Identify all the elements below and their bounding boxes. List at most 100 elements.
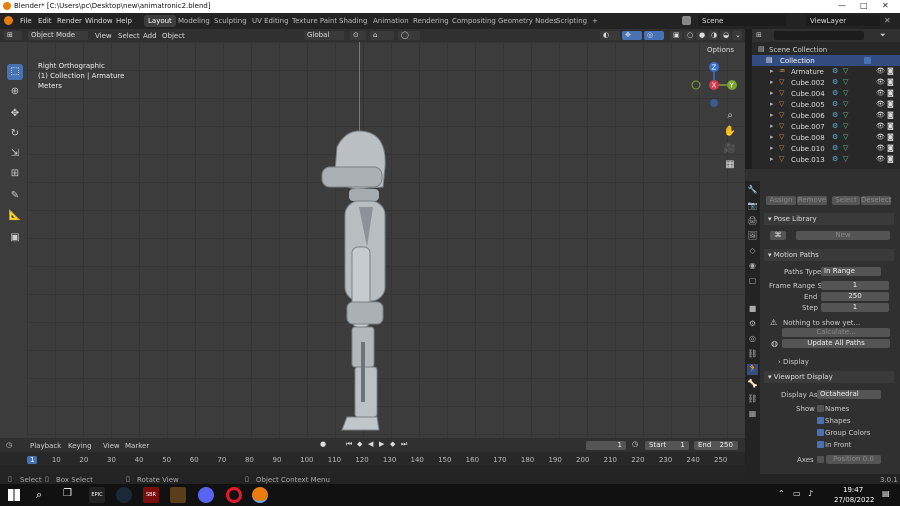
- render-camera-icon[interactable]: ◙: [887, 100, 894, 108]
- names-checkbox[interactable]: [817, 405, 824, 412]
- wireframe-shading-icon[interactable]: ○: [684, 31, 694, 40]
- visibility-eye-icon[interactable]: 👁: [876, 133, 885, 141]
- maximize-button[interactable]: □: [860, 1, 868, 10]
- render-camera-icon[interactable]: ◙: [887, 133, 894, 141]
- snap-icon[interactable]: ⌂: [370, 31, 394, 40]
- expand-arrow-icon[interactable]: ▸: [770, 78, 774, 86]
- expand-arrow-icon[interactable]: ▸: [770, 155, 774, 163]
- display-as-dropdown[interactable]: Octahedral: [817, 390, 881, 399]
- blender-taskbar-icon[interactable]: [252, 487, 268, 503]
- update-all-paths-button[interactable]: Update All Paths: [782, 339, 890, 348]
- timeline-menu-view[interactable]: View: [103, 442, 120, 450]
- shading-options-icon[interactable]: ⌄: [732, 31, 742, 40]
- move-tool-icon[interactable]: ✥: [7, 106, 23, 122]
- tab-modeling[interactable]: Modeling: [178, 17, 210, 25]
- menu-select[interactable]: Select: [118, 32, 140, 40]
- display-subsection[interactable]: › Display: [778, 358, 809, 366]
- outliner-item[interactable]: ▸ ▽ Cube.002 ⚙ ▽ 👁 ◙: [752, 77, 900, 88]
- render-camera-icon[interactable]: ◙: [887, 155, 894, 163]
- outliner-item[interactable]: ▸ ▽ Cube.007 ⚙ ▽ 👁 ◙: [752, 121, 900, 132]
- modifier-tab-icon[interactable]: ⚙: [747, 319, 758, 330]
- windows-start-icon[interactable]: [8, 489, 20, 501]
- pivot-icon[interactable]: ⊙: [350, 31, 366, 40]
- ortho-grid-icon[interactable]: ▦: [723, 159, 737, 173]
- visibility-eye-icon[interactable]: 👁: [876, 78, 885, 86]
- play-reverse-icon[interactable]: ◀: [368, 440, 373, 448]
- deselect-button[interactable]: Deselect: [861, 196, 892, 205]
- scale-tool-icon[interactable]: ⇲: [7, 146, 23, 162]
- object-mode-dropdown[interactable]: Object Mode: [28, 31, 88, 40]
- outliner-item[interactable]: ▸ ▽ Cube.005 ⚙ ▽ 👁 ◙: [752, 99, 900, 110]
- paths-type-dropdown[interactable]: In Range: [821, 267, 881, 276]
- axes-position-field[interactable]: Position 0.0: [826, 455, 881, 464]
- end-frame-field[interactable]: End 250: [694, 441, 738, 450]
- clock-icon[interactable]: ◷: [632, 440, 638, 448]
- pose-library-section[interactable]: ▾ Pose Library: [764, 213, 894, 225]
- menu-render[interactable]: Render: [57, 17, 82, 25]
- 3d-viewport[interactable]: Right Orthographic (1) Collection | Arma…: [27, 42, 745, 438]
- menu-window[interactable]: Window: [85, 17, 113, 25]
- outliner-item[interactable]: ▸ ▽ Cube.004 ⚙ ▽ 👁 ◙: [752, 88, 900, 99]
- tab-shading[interactable]: Shading: [339, 17, 367, 25]
- select-box-tool-icon[interactable]: ⬚: [7, 64, 23, 80]
- add-cube-tool-icon[interactable]: ▣: [7, 230, 23, 246]
- bone-constraint-tab-icon[interactable]: ⛓: [747, 394, 758, 405]
- tray-chevron-icon[interactable]: ⌃: [778, 489, 785, 498]
- game-app-icon[interactable]: [170, 487, 186, 503]
- menu-help[interactable]: Help: [116, 17, 132, 25]
- visibility-eye-icon[interactable]: 👁: [876, 67, 885, 75]
- assign-button[interactable]: Assign: [766, 196, 796, 205]
- jump-end-icon[interactable]: ⏭: [401, 440, 407, 449]
- render-camera-icon[interactable]: ◙: [887, 122, 894, 130]
- sbr-app-icon[interactable]: SBR: [143, 487, 159, 503]
- jump-keyframe-forward-icon[interactable]: ◆: [390, 440, 395, 448]
- collection-tab-icon[interactable]: ▢: [747, 276, 758, 287]
- visibility-icon[interactable]: ◐: [600, 31, 620, 40]
- render-camera-icon[interactable]: ◙: [887, 111, 894, 119]
- tab-texture-paint[interactable]: Texture Paint: [292, 17, 337, 25]
- tab-animation[interactable]: Animation: [373, 17, 409, 25]
- blender-menu-icon[interactable]: [4, 16, 13, 25]
- pan-hand-icon[interactable]: ✋: [723, 126, 737, 140]
- render-tab-icon[interactable]: 📷: [747, 201, 758, 212]
- in-front-checkbox[interactable]: [817, 441, 824, 448]
- shapes-checkbox[interactable]: [817, 417, 824, 424]
- close-icon[interactable]: ✕: [884, 16, 891, 25]
- network-icon[interactable]: ▭: [793, 489, 801, 498]
- volume-icon[interactable]: ♪: [808, 489, 813, 498]
- group-colors-checkbox[interactable]: [817, 429, 824, 436]
- outliner-editor-icon[interactable]: ⊞: [756, 31, 762, 39]
- scene-selector[interactable]: Scene: [698, 15, 786, 26]
- orientation-dropdown[interactable]: Global: [304, 31, 344, 40]
- render-camera-icon[interactable]: ◙: [887, 89, 894, 97]
- menu-add[interactable]: Add: [143, 32, 157, 40]
- timeline-menu-keying[interactable]: Keying: [68, 442, 92, 450]
- camera-view-icon[interactable]: 🎥: [723, 143, 737, 157]
- render-camera-icon[interactable]: ◙: [887, 67, 894, 75]
- cursor-tool-icon[interactable]: ⊕: [7, 84, 23, 100]
- options-button[interactable]: Options: [707, 46, 734, 54]
- bone-tab-icon[interactable]: 🦴: [747, 379, 758, 390]
- tab-scripting[interactable]: Scripting: [556, 17, 587, 25]
- filter-icon[interactable]: ⏷: [880, 31, 886, 40]
- scene-icon[interactable]: [682, 16, 691, 25]
- add-workspace-button[interactable]: +: [592, 17, 598, 25]
- visibility-eye-icon[interactable]: 👁: [876, 111, 885, 119]
- current-frame-field[interactable]: 1: [586, 441, 626, 450]
- visibility-eye-icon[interactable]: 👁: [876, 122, 885, 130]
- expand-arrow-icon[interactable]: ▸: [770, 144, 774, 152]
- expand-arrow-icon[interactable]: ▸: [770, 89, 774, 97]
- tab-layout[interactable]: Layout: [144, 15, 176, 27]
- outliner-item[interactable]: ▸ ▽ Cube.006 ⚙ ▽ 👁 ◙: [752, 110, 900, 121]
- menu-file[interactable]: File: [20, 17, 32, 25]
- outliner-item[interactable]: ▸ ♒ Armature ⚙ ▽ 👁 ◙: [752, 66, 900, 77]
- notification-icon[interactable]: ▤: [882, 489, 890, 498]
- world-tab-icon[interactable]: ◉: [747, 261, 758, 272]
- animatronic-model[interactable]: [307, 127, 427, 437]
- rotate-tool-icon[interactable]: ↻: [7, 126, 23, 142]
- transform-tool-icon[interactable]: ⊞: [7, 166, 23, 182]
- tool-tab-icon[interactable]: 🔧: [747, 185, 758, 196]
- axes-checkbox[interactable]: [817, 456, 824, 463]
- epic-games-icon[interactable]: EPIC: [89, 487, 105, 503]
- measure-tool-icon[interactable]: 📐: [7, 208, 23, 224]
